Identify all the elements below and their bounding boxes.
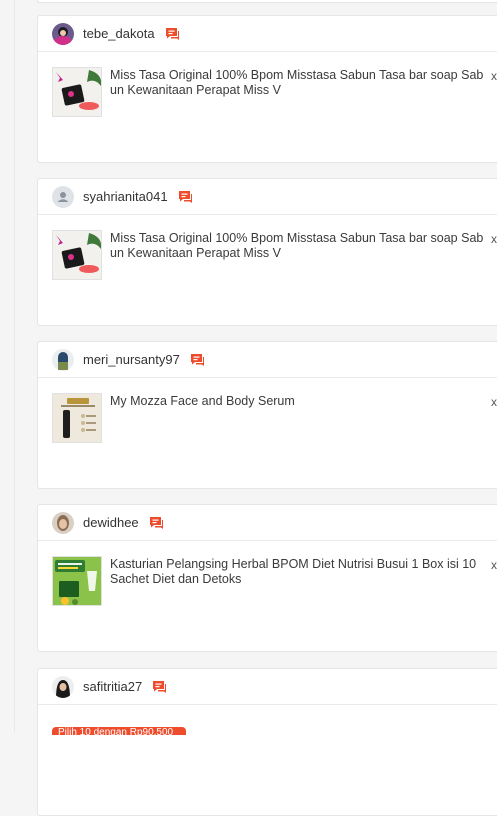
order-card-header: tebe_dakota <box>38 16 497 52</box>
product-thumbnail[interactable] <box>52 230 102 280</box>
product-thumbnail[interactable] <box>52 67 102 117</box>
item-quantity: x <box>491 558 497 572</box>
chat-icon[interactable] <box>151 679 167 695</box>
chat-icon[interactable] <box>148 515 164 531</box>
user-avatar[interactable] <box>52 511 74 534</box>
product-thumbnail[interactable] <box>52 556 102 606</box>
user-avatar[interactable] <box>52 675 74 698</box>
user-avatar[interactable] <box>52 22 74 45</box>
product-title[interactable]: Miss Tasa Original 100% Bpom Misstasa Sa… <box>110 68 486 117</box>
order-card: tebe_dakota Miss Tasa Original 100% Bpom… <box>37 15 497 163</box>
chat-icon[interactable] <box>189 352 205 368</box>
order-card-header: dewidhee <box>38 505 497 541</box>
order-item[interactable]: My Mozza Face and Body Serum x <box>38 378 497 443</box>
default-user-icon[interactable] <box>52 185 74 208</box>
left-sidebar-edge <box>0 0 15 732</box>
promo-badge: Pilih 10 dengan Rp90.500 <box>52 727 186 735</box>
order-card: syahrianita041 Miss Tasa Original 100% B… <box>37 178 497 326</box>
order-card: safitritia27 Pilih 10 dengan Rp90.500 <box>37 668 497 816</box>
previous-order-card-edge <box>37 0 497 3</box>
chat-icon[interactable] <box>177 189 193 205</box>
user-avatar[interactable] <box>52 348 74 371</box>
order-card-header: safitritia27 <box>38 669 497 705</box>
product-thumbnail[interactable] <box>52 393 102 443</box>
buyer-username[interactable]: dewidhee <box>83 515 139 530</box>
order-card: meri_nursanty97 My Mozza Face and Body S… <box>37 341 497 489</box>
buyer-username[interactable]: tebe_dakota <box>83 26 155 41</box>
order-card-header: syahrianita041 <box>38 179 497 215</box>
product-title[interactable]: Miss Tasa Original 100% Bpom Misstasa Sa… <box>110 231 486 280</box>
buyer-username[interactable]: syahrianita041 <box>83 189 168 204</box>
item-quantity: x <box>491 69 497 83</box>
chat-icon[interactable] <box>164 26 180 42</box>
order-item[interactable]: Miss Tasa Original 100% Bpom Misstasa Sa… <box>38 215 497 280</box>
buyer-username[interactable]: safitritia27 <box>83 679 142 694</box>
order-card: dewidhee Kasturian Pelangsing Herbal BPO… <box>37 504 497 652</box>
order-item[interactable]: Kasturian Pelangsing Herbal BPOM Diet Nu… <box>38 541 497 606</box>
order-item[interactable]: Miss Tasa Original 100% Bpom Misstasa Sa… <box>38 52 497 117</box>
item-quantity: x <box>491 395 497 409</box>
order-card-header: meri_nursanty97 <box>38 342 497 378</box>
product-title[interactable]: My Mozza Face and Body Serum <box>110 394 486 443</box>
buyer-username[interactable]: meri_nursanty97 <box>83 352 180 367</box>
product-title[interactable]: Kasturian Pelangsing Herbal BPOM Diet Nu… <box>110 557 486 606</box>
item-quantity: x <box>491 232 497 246</box>
